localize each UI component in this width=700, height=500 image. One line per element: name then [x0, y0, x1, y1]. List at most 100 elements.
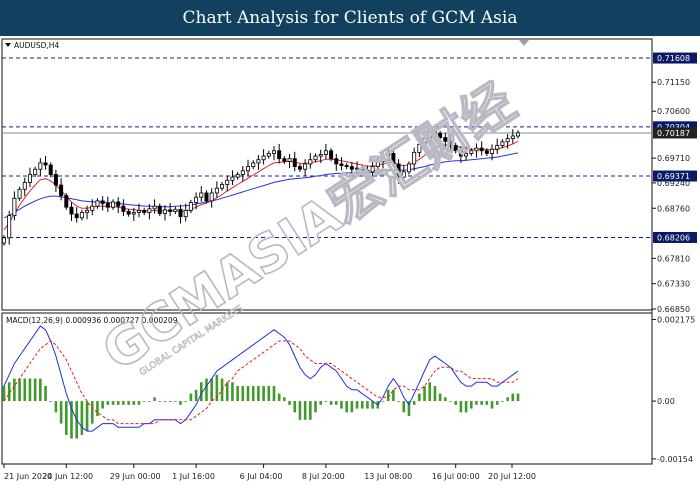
price-axis: 0.711500.706000.697100.692400.687600.678…	[652, 78, 690, 314]
macd-hist-bar	[85, 401, 89, 432]
candle-body	[225, 179, 230, 185]
macd-hist-bar	[319, 401, 323, 405]
macd-hist-bar	[194, 389, 198, 402]
time-tick-label: 6 Jul 04:00	[240, 472, 283, 481]
macd-hist-bar	[490, 401, 494, 409]
price-tick-label: 0.69710	[657, 154, 690, 163]
chart-title: Chart Analysis for Clients of GCM Asia	[182, 8, 518, 28]
macd-hist-bar	[158, 401, 162, 402]
macd-hist-bar	[236, 386, 239, 402]
candle-body	[79, 212, 84, 219]
macd-hist-bar	[18, 378, 21, 402]
candle-body	[105, 203, 110, 208]
macd-hist-bar	[101, 401, 104, 409]
macd-hist-bar	[189, 393, 193, 402]
macd-hist-bar	[272, 386, 276, 402]
candle-body	[188, 202, 193, 211]
candle-body	[277, 150, 282, 160]
macd-hist-bar	[262, 386, 265, 402]
candle-body	[287, 158, 292, 162]
macd-hist-bar	[96, 401, 99, 417]
macd-hist-bar	[314, 401, 317, 413]
chart-canvas: AUDUSD,H4 0.711500.706000.697100.692400.…	[1, 38, 697, 481]
macd-hist-bar	[438, 393, 442, 402]
candle-body	[90, 205, 95, 211]
candle-body	[183, 209, 188, 218]
macd-hist-bar	[65, 401, 68, 435]
macd-hist-bar	[464, 401, 468, 413]
macd-hist-bar	[350, 401, 354, 413]
candle-body	[74, 213, 79, 219]
candle-body	[308, 159, 313, 165]
macd-hist-bar	[459, 401, 463, 413]
macd-hist-bar	[174, 401, 177, 402]
macd-hist-bar	[303, 401, 307, 420]
candle-body	[178, 208, 183, 218]
macd-hist-bar	[54, 401, 58, 413]
candle-body	[85, 209, 90, 213]
macd-hist-bar	[485, 401, 489, 405]
macd-hist-bar	[28, 378, 32, 402]
candle-body	[246, 166, 251, 172]
candle-body	[147, 208, 152, 213]
candle-body	[500, 141, 505, 146]
macd-tick-label: 0.002175	[657, 315, 695, 324]
candle-body	[235, 174, 240, 178]
macd-hist-bar	[210, 378, 213, 402]
symbol-label: AUDUSD,H4	[14, 41, 59, 50]
candle-body	[214, 187, 219, 194]
macd-hist-bar	[163, 401, 167, 402]
macd-hist-bar	[241, 386, 245, 402]
candle-body	[266, 153, 271, 157]
macd-hist-bar	[309, 401, 312, 420]
candle-body	[261, 155, 266, 161]
candle-body	[495, 145, 500, 150]
candle-body	[162, 209, 167, 214]
candle-body	[53, 174, 58, 186]
macd-hist-bar	[168, 401, 172, 402]
macd-hist-bar	[59, 401, 63, 424]
macd-hist-bar	[106, 401, 110, 405]
candle-body	[199, 192, 204, 198]
price-tick-label: 0.67810	[657, 254, 690, 263]
candle-body	[297, 166, 302, 170]
candle-body	[136, 209, 141, 213]
macd-hist-bar	[433, 386, 437, 402]
macd-hist-bar	[153, 397, 156, 402]
macd-hist-bar	[329, 401, 333, 405]
macd-hist-bar	[184, 401, 188, 402]
macd-hist-bar	[381, 401, 385, 402]
macd-hist-bar	[246, 386, 250, 402]
current-price-badge: 0.70187	[657, 129, 690, 138]
time-tick-label: 20 Jul 12:00	[488, 472, 536, 481]
candle-body	[220, 184, 225, 189]
level-badge-0: 0.71608	[657, 54, 690, 63]
macd-hist-bar	[454, 401, 457, 405]
candle-body	[33, 168, 38, 175]
macd-hist-bar	[283, 397, 286, 402]
macd-hist-bar	[90, 401, 94, 424]
candle-body	[95, 200, 100, 207]
candle-body	[152, 205, 157, 210]
macd-hist-bar	[355, 401, 359, 409]
candle-body	[64, 195, 69, 208]
candle-body	[282, 158, 287, 162]
candle-body	[318, 154, 323, 157]
macd-hist-bar	[277, 393, 281, 402]
macd-hist-bar	[506, 397, 509, 402]
macd-hist-bar	[148, 401, 151, 402]
time-tick-label: 24 Jun 12:00	[42, 472, 93, 481]
candle-body	[43, 162, 48, 166]
candle-body	[256, 159, 261, 164]
candle-body	[510, 135, 515, 140]
candle-body	[292, 158, 297, 167]
time-tick-label: 1 Jul 16:00	[172, 472, 215, 481]
macd-tick-label: 0.00	[657, 397, 675, 406]
candle-body	[22, 182, 27, 190]
price-tick-label: 0.66850	[657, 305, 690, 314]
macd-hist-bar	[449, 401, 452, 402]
macd-hist-bar	[111, 401, 115, 405]
candle-body	[121, 205, 126, 212]
time-tick-label: 16 Jul 00:00	[432, 472, 480, 481]
macd-hist-bar	[132, 401, 136, 405]
